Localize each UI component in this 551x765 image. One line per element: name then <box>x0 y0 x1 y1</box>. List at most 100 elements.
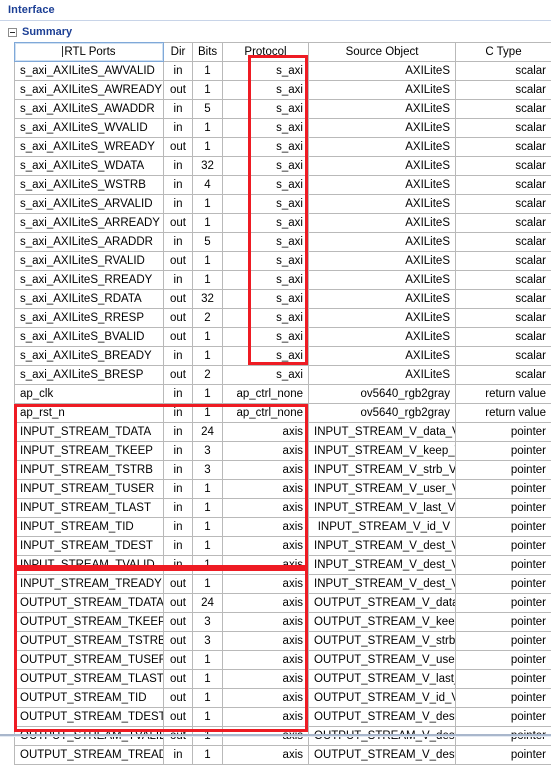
table-row[interactable]: s_axi_AXILiteS_WREADYout1s_axiAXILiteSsc… <box>15 138 551 157</box>
interface-summary-table: RTL Ports Dir Bits Protocol Source Objec… <box>14 42 551 765</box>
cell-bits: 1 <box>193 138 223 157</box>
column-header-dir[interactable]: Dir <box>164 43 193 62</box>
table-row[interactable]: s_axi_AXILiteS_BVALIDout1s_axiAXILiteSsc… <box>15 328 551 347</box>
table-row[interactable]: INPUT_STREAM_TLASTin1axisINPUT_STREAM_V_… <box>15 499 551 518</box>
table-row[interactable]: s_axi_AXILiteS_WSTRBin4s_axiAXILiteSscal… <box>15 176 551 195</box>
table-row[interactable]: INPUT_STREAM_TREADYout1axisINPUT_STREAM_… <box>15 575 551 594</box>
column-header-c-type[interactable]: C Type <box>456 43 551 62</box>
cell-rtl-port: s_axi_AXILiteS_WREADY <box>15 138 164 157</box>
table-row[interactable]: ap_clkin1ap_ctrl_noneov5640_rgb2grayretu… <box>15 385 551 404</box>
cell-c-type: scalar <box>456 271 551 290</box>
cell-dir: out <box>164 651 193 670</box>
table-row[interactable]: INPUT_STREAM_TVALIDin1axisINPUT_STREAM_V… <box>15 556 551 575</box>
cell-rtl-port: s_axi_AXILiteS_RREADY <box>15 271 164 290</box>
table-row[interactable]: INPUT_STREAM_TUSERin1axisINPUT_STREAM_V_… <box>15 480 551 499</box>
cell-bits: 1 <box>193 670 223 689</box>
cell-rtl-port: s_axi_AXILiteS_BVALID <box>15 328 164 347</box>
table-row[interactable]: s_axi_AXILiteS_WDATAin32s_axiAXILiteSsca… <box>15 157 551 176</box>
cell-dir: out <box>164 594 193 613</box>
column-header-protocol[interactable]: Protocol <box>223 43 309 62</box>
table-row[interactable]: s_axi_AXILiteS_ARREADYout1s_axiAXILiteSs… <box>15 214 551 233</box>
table-row[interactable]: INPUT_STREAM_TIDin1axisINPUT_STREAM_V_id… <box>15 518 551 537</box>
table-row[interactable]: s_axi_AXILiteS_RRESPout2s_axiAXILiteSsca… <box>15 309 551 328</box>
cell-protocol: s_axi <box>223 157 309 176</box>
cell-c-type: pointer <box>456 632 551 651</box>
table-row[interactable]: INPUT_STREAM_TDESTin1axisINPUT_STREAM_V_… <box>15 537 551 556</box>
table-row[interactable]: OUTPUT_STREAM_TIDout1axisOUTPUT_STREAM_V… <box>15 689 551 708</box>
table-row[interactable]: OUTPUT_STREAM_TKEEPout3axisOUTPUT_STREAM… <box>15 613 551 632</box>
cell-source-object: AXILiteS <box>309 214 456 233</box>
cell-protocol: s_axi <box>223 366 309 385</box>
column-header-source-object[interactable]: Source Object <box>309 43 456 62</box>
cell-rtl-port: INPUT_STREAM_TDEST <box>15 537 164 556</box>
table-row[interactable]: s_axi_AXILiteS_ARVALIDin1s_axiAXILiteSsc… <box>15 195 551 214</box>
cell-bits: 24 <box>193 423 223 442</box>
column-header-rtl-ports[interactable]: RTL Ports <box>15 43 164 62</box>
table-row[interactable]: s_axi_AXILiteS_BREADYin1s_axiAXILiteSsca… <box>15 347 551 366</box>
cell-source-object: INPUT_STREAM_V_data_V <box>309 423 456 442</box>
table-row[interactable]: ap_rst_nin1ap_ctrl_noneov5640_rgb2grayre… <box>15 404 551 423</box>
table-row[interactable]: s_axi_AXILiteS_AWADDRin5s_axiAXILiteSsca… <box>15 100 551 119</box>
cell-source-object: ov5640_rgb2gray <box>309 385 456 404</box>
cell-dir: in <box>164 100 193 119</box>
cell-source-object: INPUT_STREAM_V_dest_V <box>309 575 456 594</box>
cell-dir: in <box>164 385 193 404</box>
cell-bits: 3 <box>193 613 223 632</box>
table-row[interactable]: INPUT_STREAM_TDATAin24axisINPUT_STREAM_V… <box>15 423 551 442</box>
table-row[interactable]: OUTPUT_STREAM_TDESTout1axisOUTPUT_STREAM… <box>15 708 551 727</box>
cell-protocol: s_axi <box>223 195 309 214</box>
cell-source-object: AXILiteS <box>309 347 456 366</box>
table-row[interactable]: s_axi_AXILiteS_RREADYin1s_axiAXILiteSsca… <box>15 271 551 290</box>
cell-dir: out <box>164 708 193 727</box>
cell-bits: 1 <box>193 214 223 233</box>
table-row[interactable]: OUTPUT_STREAM_TSTRBout3axisOUTPUT_STREAM… <box>15 632 551 651</box>
table-row[interactable]: s_axi_AXILiteS_RDATAout32s_axiAXILiteSsc… <box>15 290 551 309</box>
cell-c-type: pointer <box>456 651 551 670</box>
column-header-bits[interactable]: Bits <box>193 43 223 62</box>
cell-dir: out <box>164 81 193 100</box>
cell-protocol: axis <box>223 537 309 556</box>
cell-rtl-port: INPUT_STREAM_TKEEP <box>15 442 164 461</box>
cell-c-type: scalar <box>456 176 551 195</box>
cell-source-object: AXILiteS <box>309 176 456 195</box>
table-row[interactable]: s_axi_AXILiteS_ARADDRin5s_axiAXILiteSsca… <box>15 233 551 252</box>
cell-source-object: OUTPUT_STREAM_V_strb_V <box>309 632 456 651</box>
summary-section[interactable]: Summary <box>0 21 551 42</box>
cell-bits: 5 <box>193 233 223 252</box>
cell-protocol: s_axi <box>223 271 309 290</box>
cell-rtl-port: s_axi_AXILiteS_RDATA <box>15 290 164 309</box>
table-row[interactable]: OUTPUT_STREAM_TUSERout1axisOUTPUT_STREAM… <box>15 651 551 670</box>
cell-source-object: INPUT_STREAM_V_strb_V <box>309 461 456 480</box>
cell-source-object: AXILiteS <box>309 195 456 214</box>
table-row[interactable]: s_axi_AXILiteS_WVALIDin1s_axiAXILiteSsca… <box>15 119 551 138</box>
cell-c-type: scalar <box>456 157 551 176</box>
table-row[interactable]: s_axi_AXILiteS_AWVALIDin1s_axiAXILiteSsc… <box>15 62 551 81</box>
table-row[interactable]: OUTPUT_STREAM_TREADYin1axisOUTPUT_STREAM… <box>15 746 551 765</box>
cell-dir: in <box>164 347 193 366</box>
cell-rtl-port: s_axi_AXILiteS_ARREADY <box>15 214 164 233</box>
cell-dir: out <box>164 309 193 328</box>
cell-c-type: pointer <box>456 423 551 442</box>
table-row[interactable]: INPUT_STREAM_TKEEPin3axisINPUT_STREAM_V_… <box>15 442 551 461</box>
cell-protocol: s_axi <box>223 119 309 138</box>
cell-bits: 1 <box>193 328 223 347</box>
cell-c-type: return value <box>456 385 551 404</box>
cell-dir: out <box>164 613 193 632</box>
table-row[interactable]: OUTPUT_STREAM_TDATAout24axisOUTPUT_STREA… <box>15 594 551 613</box>
cell-bits: 1 <box>193 480 223 499</box>
table-row[interactable]: INPUT_STREAM_TSTRBin3axisINPUT_STREAM_V_… <box>15 461 551 480</box>
cell-dir: out <box>164 632 193 651</box>
collapse-minus-icon[interactable] <box>8 28 17 37</box>
table-body: s_axi_AXILiteS_AWVALIDin1s_axiAXILiteSsc… <box>15 62 551 765</box>
cell-bits: 3 <box>193 632 223 651</box>
cell-bits: 1 <box>193 119 223 138</box>
table-row[interactable]: s_axi_AXILiteS_AWREADYout1s_axiAXILiteSs… <box>15 81 551 100</box>
cell-dir: in <box>164 499 193 518</box>
cell-rtl-port: OUTPUT_STREAM_TREADY <box>15 746 164 765</box>
cell-bits: 1 <box>193 195 223 214</box>
table-row[interactable]: s_axi_AXILiteS_RVALIDout1s_axiAXILiteSsc… <box>15 252 551 271</box>
table-row[interactable]: s_axi_AXILiteS_BRESPout2s_axiAXILiteSsca… <box>15 366 551 385</box>
table-row[interactable]: OUTPUT_STREAM_TLASTout1axisOUTPUT_STREAM… <box>15 670 551 689</box>
cell-dir: in <box>164 556 193 575</box>
cell-bits: 1 <box>193 746 223 765</box>
